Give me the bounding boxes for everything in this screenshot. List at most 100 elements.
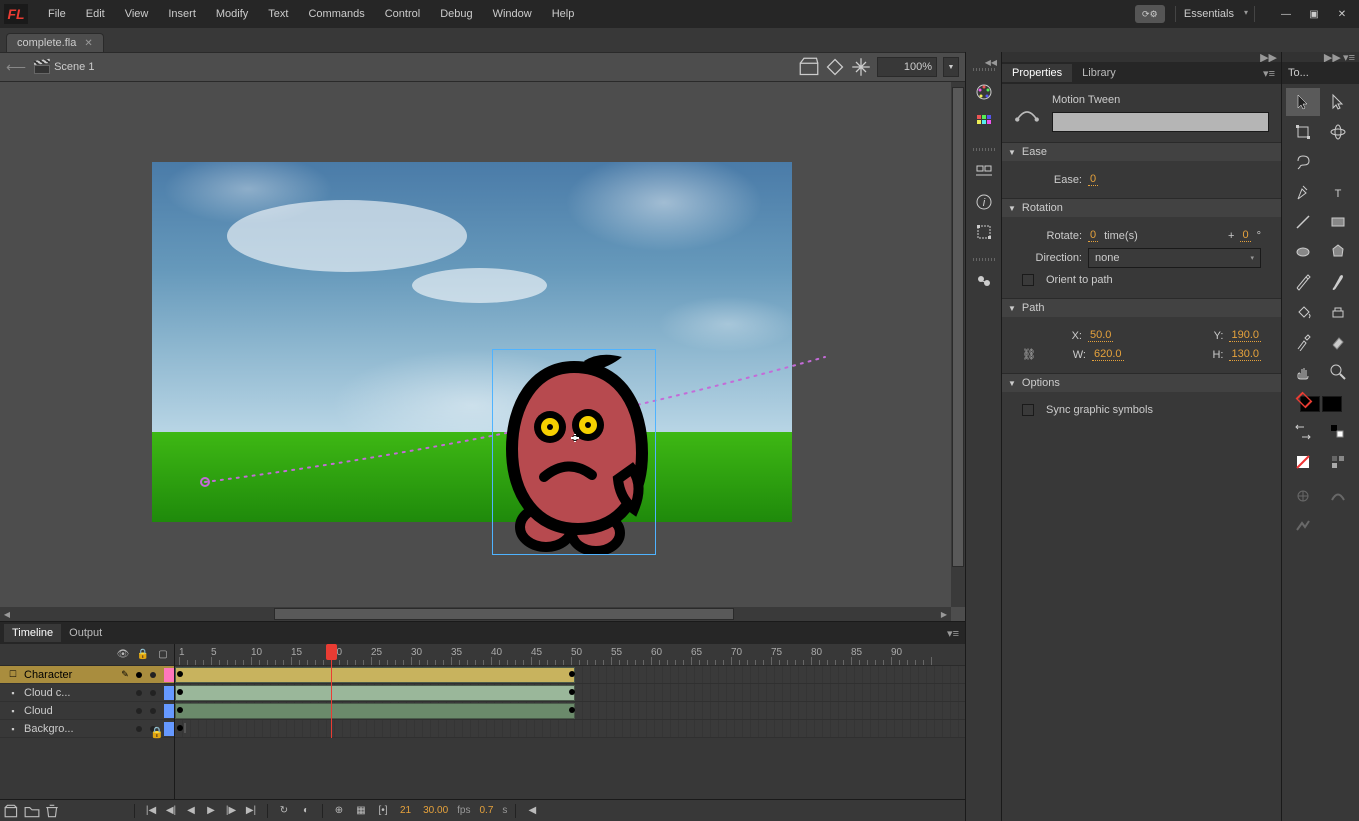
menu-debug[interactable]: Debug — [430, 4, 482, 24]
hand-tool[interactable] — [1286, 358, 1320, 386]
panel-menu-icon[interactable]: ▾≡ — [947, 627, 959, 640]
frame-ruler[interactable]: 151015202530354045505560657075808590 — [175, 644, 965, 666]
step-back-icon[interactable]: ◀| — [163, 803, 179, 819]
layer-color-chip[interactable] — [164, 686, 174, 700]
scene-label[interactable]: Scene 1 — [54, 61, 94, 73]
subselection-tool[interactable] — [1322, 88, 1356, 116]
layer-name[interactable]: Character — [24, 669, 114, 681]
horizontal-scrollbar[interactable]: ◀▶ — [0, 607, 951, 621]
play-back-icon[interactable]: ◀ — [183, 803, 199, 819]
tab-output[interactable]: Output — [61, 624, 110, 642]
minimize-button[interactable]: — — [1273, 5, 1299, 23]
color-panel-icon[interactable] — [970, 108, 998, 136]
tab-properties[interactable]: Properties — [1002, 64, 1072, 82]
scroll-left-icon[interactable]: ◀ — [524, 803, 540, 819]
menu-commands[interactable]: Commands — [298, 4, 374, 24]
back-button[interactable]: ⟵ — [6, 59, 26, 76]
oval-tool[interactable] — [1286, 238, 1320, 266]
zoom-tool[interactable] — [1322, 358, 1356, 386]
rectangle-tool[interactable] — [1322, 208, 1356, 236]
ease-section-header[interactable]: ▼Ease — [1002, 143, 1281, 161]
time-value[interactable]: 0.7 — [477, 805, 497, 816]
orient-checkbox[interactable] — [1022, 274, 1034, 286]
layer-row[interactable]: ▪ Cloud c... — [0, 684, 174, 702]
menu-edit[interactable]: Edit — [76, 4, 115, 24]
close-button[interactable]: ✕ — [1329, 5, 1355, 23]
edit-symbol-icon[interactable] — [825, 57, 845, 77]
play-icon[interactable]: ▶ — [203, 803, 219, 819]
visibility-header-icon[interactable]: 👁 — [116, 649, 130, 660]
outline-header-icon[interactable]: ▢ — [156, 649, 170, 660]
new-layer-icon[interactable] — [4, 803, 20, 819]
tab-timeline[interactable]: Timeline — [4, 624, 61, 642]
rotation-section-header[interactable]: ▼Rotation — [1002, 199, 1281, 217]
menu-insert[interactable]: Insert — [158, 4, 206, 24]
layer-name[interactable]: Cloud c... — [24, 687, 132, 699]
rotate-offset-value[interactable]: 0 — [1240, 229, 1250, 242]
frames-area[interactable]: 151015202530354045505560657075808590 — [175, 644, 965, 799]
playhead[interactable] — [331, 644, 332, 738]
transform-panel-icon[interactable] — [970, 218, 998, 246]
paint-bucket-tool[interactable] — [1286, 298, 1320, 326]
layer-color-chip[interactable] — [164, 704, 174, 718]
options-section-header[interactable]: ▼Options — [1002, 374, 1281, 392]
smooth-icon[interactable] — [1322, 482, 1356, 510]
edit-scene-icon[interactable] — [799, 57, 819, 77]
layer-row[interactable]: 🞎 Character ✎ — [0, 666, 174, 684]
step-forward-icon[interactable]: |▶ — [223, 803, 239, 819]
menu-file[interactable]: File — [38, 4, 76, 24]
straighten-icon[interactable] — [1286, 512, 1320, 540]
frame-row[interactable] — [175, 684, 965, 702]
lock-header-icon[interactable]: 🔒 — [136, 649, 150, 660]
align-panel-icon[interactable] — [970, 158, 998, 186]
polystar-tool[interactable] — [1322, 238, 1356, 266]
layer-name[interactable]: Backgro... — [24, 723, 132, 735]
workspace-switcher[interactable]: Essentials — [1175, 6, 1255, 22]
onion-skin-icon[interactable]: ◐ — [298, 803, 314, 819]
3d-rotation-tool[interactable] — [1322, 118, 1356, 146]
line-tool[interactable] — [1286, 208, 1320, 236]
edit-multiple-icon[interactable]: [•] — [375, 803, 391, 819]
swap-colors-icon[interactable] — [1286, 418, 1320, 446]
layer-row[interactable]: ▪ Cloud — [0, 702, 174, 720]
menu-modify[interactable]: Modify — [206, 4, 258, 24]
path-section-header[interactable]: ▼Path — [1002, 299, 1281, 317]
path-w-value[interactable]: 620.0 — [1092, 348, 1124, 361]
ease-value[interactable]: 0 — [1088, 173, 1098, 186]
link-icon[interactable]: ⛓ — [1022, 348, 1036, 361]
menu-text[interactable]: Text — [258, 4, 298, 24]
options-icon[interactable] — [1322, 448, 1356, 476]
menu-window[interactable]: Window — [483, 4, 542, 24]
pen-tool[interactable] — [1286, 178, 1320, 206]
center-stage-icon[interactable] — [851, 57, 871, 77]
frame-row[interactable] — [175, 702, 965, 720]
document-tab[interactable]: complete.fla ✕ — [6, 33, 104, 52]
delete-layer-icon[interactable] — [44, 803, 60, 819]
goto-last-icon[interactable]: ▶| — [243, 803, 259, 819]
selection-tool[interactable] — [1286, 88, 1320, 116]
eraser-tool[interactable] — [1322, 328, 1356, 356]
layer-color-chip[interactable] — [164, 668, 174, 682]
menu-view[interactable]: View — [115, 4, 159, 24]
tab-library[interactable]: Library — [1072, 64, 1126, 82]
components-panel-icon[interactable] — [970, 268, 998, 296]
info-panel-icon[interactable]: i — [970, 188, 998, 216]
fill-color-swatch[interactable] — [1322, 396, 1342, 412]
current-frame-value[interactable]: 21 — [397, 805, 414, 816]
character-symbol[interactable] — [492, 349, 656, 555]
ink-bottle-tool[interactable] — [1322, 298, 1356, 326]
goto-first-icon[interactable]: |◀ — [143, 803, 159, 819]
center-frame-icon[interactable]: ⊕ — [331, 803, 347, 819]
snap-to-object-icon[interactable] — [1286, 482, 1320, 510]
eyedropper-tool[interactable] — [1286, 328, 1320, 356]
vertical-scrollbar[interactable]: ▲ — [951, 82, 965, 607]
zoom-dropdown[interactable]: ▼ — [943, 57, 959, 77]
zoom-input[interactable]: 100% — [877, 57, 937, 77]
direction-dropdown[interactable]: none — [1088, 248, 1261, 268]
stage-canvas[interactable] — [152, 162, 792, 522]
text-tool[interactable]: T — [1322, 178, 1356, 206]
stroke-color-swatch[interactable] — [1300, 396, 1320, 412]
panel-menu-icon[interactable]: ▾≡ — [1263, 67, 1281, 80]
new-folder-icon[interactable] — [24, 803, 40, 819]
menu-control[interactable]: Control — [375, 4, 430, 24]
